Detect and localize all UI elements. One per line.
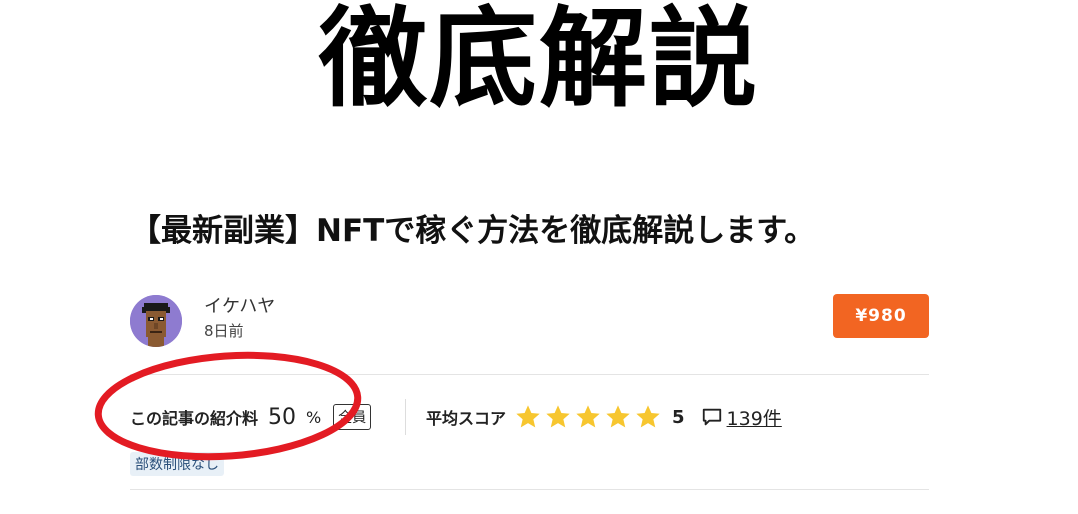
pixel-avatar-icon: [130, 295, 182, 347]
post-date: 8日前: [204, 322, 244, 340]
score-row: 平均スコア 5 139件: [426, 400, 782, 434]
referral-label: この記事の紹介料: [130, 409, 259, 428]
comment-icon[interactable]: [701, 406, 723, 428]
price-button[interactable]: ¥980: [833, 294, 929, 338]
star-icon: [576, 405, 600, 428]
star-icon: [516, 405, 540, 428]
divider: [130, 374, 929, 375]
referral-badge: 全員: [333, 404, 372, 430]
star-icon: [546, 405, 570, 428]
limit-tag: 部数制限なし: [130, 452, 224, 476]
referral-row: この記事の紹介料 50 % 全員: [130, 400, 372, 434]
star-icon: [636, 405, 660, 428]
star-icon: [606, 405, 630, 428]
avatar[interactable]: [130, 295, 182, 347]
author-name[interactable]: イケハヤ: [204, 292, 275, 318]
score-value: 5: [672, 406, 685, 428]
divider: [130, 489, 929, 490]
hero-title: 徹底解説: [318, 0, 759, 122]
article-title[interactable]: 【最新副業】NFTで稼ぐ方法を徹底解説します。: [130, 205, 815, 250]
vertical-divider: [405, 399, 406, 435]
score-label: 平均スコア: [426, 409, 507, 428]
referral-unit: %: [306, 407, 322, 427]
star-rating: [514, 403, 662, 431]
comment-count-link[interactable]: 139件: [727, 404, 782, 431]
referral-value: 50: [268, 404, 297, 430]
